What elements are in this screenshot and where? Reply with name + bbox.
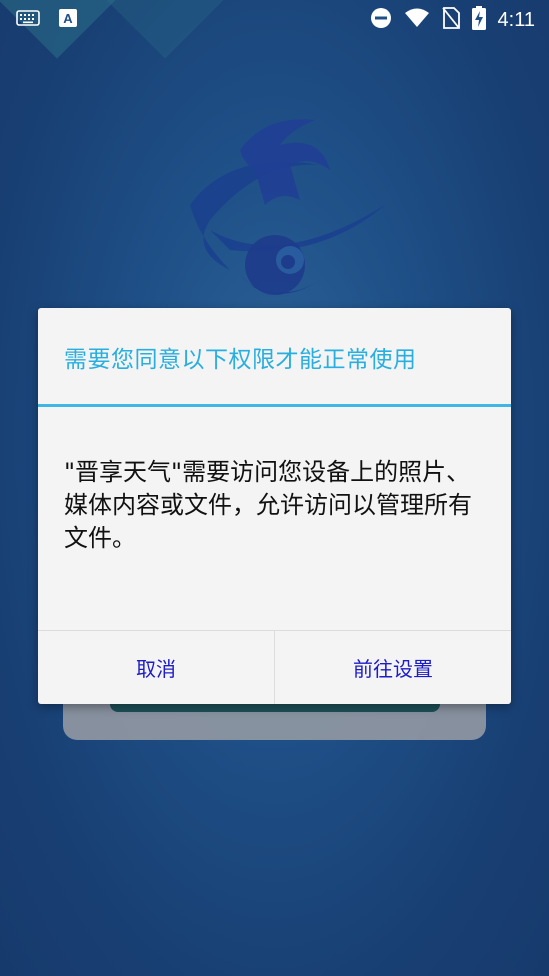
cancel-button[interactable]: 取消: [38, 631, 274, 704]
permission-dialog: 需要您同意以下权限才能正常使用 "晋享天气"需要访问您设备上的照片、媒体内容或文…: [38, 308, 511, 704]
do-not-disturb-icon: [370, 7, 392, 33]
status-bar: A 4:11: [0, 0, 549, 38]
battery-charging-icon: [471, 6, 486, 34]
app-logo: [170, 110, 390, 320]
dialog-message: "晋享天气"需要访问您设备上的照片、媒体内容或文件，允许访问以管理所有文件。: [64, 458, 472, 552]
keyboard-icon: [16, 10, 40, 30]
clock: 4:11: [497, 9, 535, 31]
app-notification-icon: A: [58, 8, 78, 32]
status-right-icons: 4:11: [370, 6, 535, 34]
no-sim-icon: [441, 7, 460, 33]
title-divider: [38, 404, 511, 407]
go-to-settings-button[interactable]: 前往设置: [275, 631, 511, 704]
dialog-title: 需要您同意以下权限才能正常使用: [64, 347, 417, 373]
svg-text:A: A: [63, 11, 73, 26]
status-left-icons: A: [16, 8, 78, 32]
wifi-icon: [404, 8, 430, 32]
